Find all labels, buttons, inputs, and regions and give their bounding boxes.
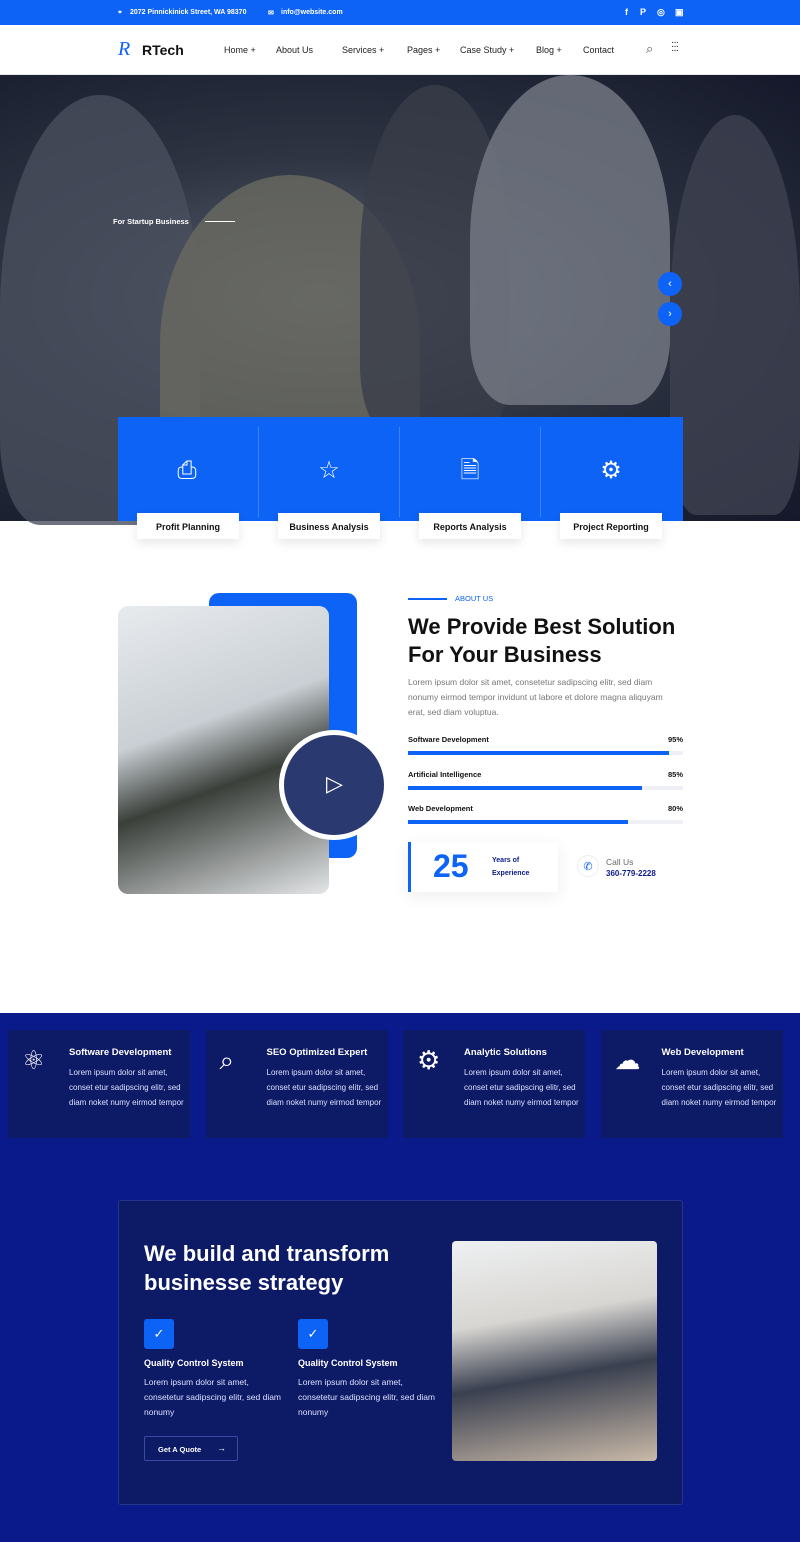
- service-title: Software Development: [69, 1047, 172, 1058]
- nav-services[interactable]: Services +: [342, 45, 384, 55]
- facebook-icon[interactable]: f: [625, 7, 628, 17]
- reporting-icon: ⚙: [600, 457, 622, 484]
- video-play-button[interactable]: ▷: [279, 730, 389, 840]
- skill-item: Software Development 95%: [408, 735, 683, 770]
- skill-item: Web Development 80%: [408, 804, 683, 839]
- progress-fill: [408, 785, 642, 790]
- next-slide-button[interactable]: ›: [658, 302, 682, 326]
- years-value: 25: [433, 848, 469, 884]
- get-quote-button[interactable]: Get A Quote →: [144, 1436, 238, 1461]
- strategy-box: We build and transform businesse strategy…: [118, 1200, 683, 1505]
- nav-blog[interactable]: Blog +: [536, 45, 562, 55]
- service-card[interactable]: ⚙ Analytic Solutions Lorem ipsum dolor sit…: [403, 1030, 585, 1138]
- whatsapp-icon[interactable]: ◎: [657, 7, 665, 18]
- email-link[interactable]: info@website.com: [281, 9, 343, 16]
- point-title: Quality Control System: [298, 1358, 398, 1368]
- service-text: Lorem ipsum dolor sit amet, conset etur …: [464, 1068, 579, 1107]
- progress-bar: [408, 820, 683, 824]
- prev-slide-button[interactable]: ‹: [658, 272, 682, 296]
- service-title: SEO Optimized Expert: [266, 1047, 368, 1058]
- logo[interactable]: RTech: [142, 42, 184, 58]
- cloud-web-icon: ☁: [614, 1045, 641, 1075]
- feature-project-reporting[interactable]: Project Reporting: [560, 513, 662, 539]
- skill-percent: 95%: [667, 735, 683, 744]
- nav-contact[interactable]: Contact: [583, 45, 614, 55]
- nav-pages[interactable]: Pages +: [407, 45, 440, 55]
- progress-bar: [408, 785, 683, 790]
- analysis-icon: ☆: [318, 457, 340, 484]
- skill-item: Artificial Intelligence 85%: [408, 770, 683, 805]
- top-bar: ⌖ 2072 Pinnickinick Street, WA 98370 ✉ i…: [0, 0, 800, 25]
- check-icon: ✓: [144, 1319, 174, 1349]
- check-icon: ✓: [298, 1319, 328, 1349]
- nav-case-study[interactable]: Case Study +: [460, 45, 514, 55]
- service-title: Web Development: [661, 1047, 744, 1058]
- grid-menu-icon[interactable]: ··· ··· ···: [671, 38, 683, 56]
- arrow-right-icon: →: [217, 1443, 226, 1453]
- phone-icon: ✆: [577, 855, 599, 877]
- skills-list: Software Development 95% Artificial Intell…: [408, 735, 683, 839]
- feature-reports-analysis[interactable]: Reports Analysis: [419, 513, 521, 539]
- skill-percent: 85%: [667, 769, 683, 779]
- about-text: Lorem ipsum dolor sit amet, consetetur s…: [408, 677, 663, 717]
- feature-business-analysis[interactable]: Business Analysis: [278, 513, 380, 539]
- skill-name: Artificial Intelligence: [408, 769, 482, 779]
- service-text: Lorem ipsum dolor sit amet, conset etur …: [69, 1068, 184, 1107]
- skill-name: Web Development: [408, 804, 473, 813]
- gear-cycle-icon: ⚙: [417, 1045, 441, 1075]
- location-icon: ⌖: [118, 9, 122, 16]
- search-icon[interactable]: ⌕: [646, 41, 653, 57]
- phone-number[interactable]: 360-779-2228: [606, 869, 656, 878]
- kicker-line: [408, 598, 447, 600]
- service-card[interactable]: ⚛ Software Development Lorem ipsum dolor s…: [8, 1030, 190, 1138]
- strategy-title: We build and transform businesse strategy: [144, 1241, 390, 1295]
- progress-bar: [408, 751, 683, 755]
- point-text: Lorem ipsum dolor sit amet, consetetur s…: [298, 1377, 436, 1417]
- services-section: ⚛ Software Development Lorem ipsum dolor s…: [0, 1013, 800, 1542]
- experience-card: 25 Years of Experience: [408, 842, 558, 892]
- feature-profit-planning[interactable]: Profit Planning: [137, 513, 239, 539]
- email-icon: ✉: [268, 10, 274, 17]
- logo-icon: R: [118, 38, 131, 60]
- nav-about[interactable]: About Us: [276, 45, 313, 55]
- about-kicker: ABOUT US: [455, 594, 494, 603]
- skill-percent: 80%: [667, 804, 683, 813]
- play-icon: ▷: [326, 771, 343, 796]
- service-card[interactable]: ⌕ SEO Optimized Expert Lorem ipsum dolor s…: [205, 1030, 388, 1138]
- main-nav: R RTech Home + About Us Services + Pages…: [0, 25, 800, 75]
- progress-fill: [408, 751, 670, 755]
- atom-icon: ⚛: [22, 1045, 46, 1075]
- tagline-line: [205, 221, 235, 222]
- service-text: Lorem ipsum dolor sit amet, conset etur …: [266, 1068, 382, 1107]
- report-icon: 🗎: [460, 457, 480, 484]
- service-card[interactable]: ☁ Web Development Lorem ipsum dolor sit am…: [600, 1030, 783, 1138]
- team-photo: [452, 1241, 657, 1461]
- point-text: Lorem ipsum dolor sit amet, consetetur s…: [144, 1377, 282, 1417]
- planning-icon: ⎙: [177, 457, 197, 484]
- progress-fill: [408, 820, 628, 824]
- service-text: Lorem ipsum dolor sit amet, conset etur …: [661, 1068, 777, 1107]
- skill-name: Software Development: [408, 735, 489, 744]
- experience-label: Experience: [492, 870, 530, 877]
- nav-home[interactable]: Home +: [224, 45, 256, 55]
- about-title: We Provide Best Solution For Your Busines…: [408, 614, 676, 667]
- seo-icon: ⌕: [219, 1045, 235, 1075]
- years-label: Years of: [492, 857, 520, 864]
- hero-tagline: For Startup Business: [113, 217, 189, 226]
- service-title: Analytic Solutions: [464, 1047, 547, 1058]
- call-label: Call Us: [606, 857, 634, 867]
- feature-strip: ⎙ Profit Planning ☆ Business Analysis 🗎 Rep…: [118, 417, 683, 539]
- instagram-icon[interactable]: ▣: [675, 7, 684, 18]
- address: 2072 Pinnickinick Street, WA 98370: [130, 9, 247, 16]
- point-title: Quality Control System: [144, 1358, 244, 1368]
- pinterest-icon[interactable]: P: [640, 7, 646, 17]
